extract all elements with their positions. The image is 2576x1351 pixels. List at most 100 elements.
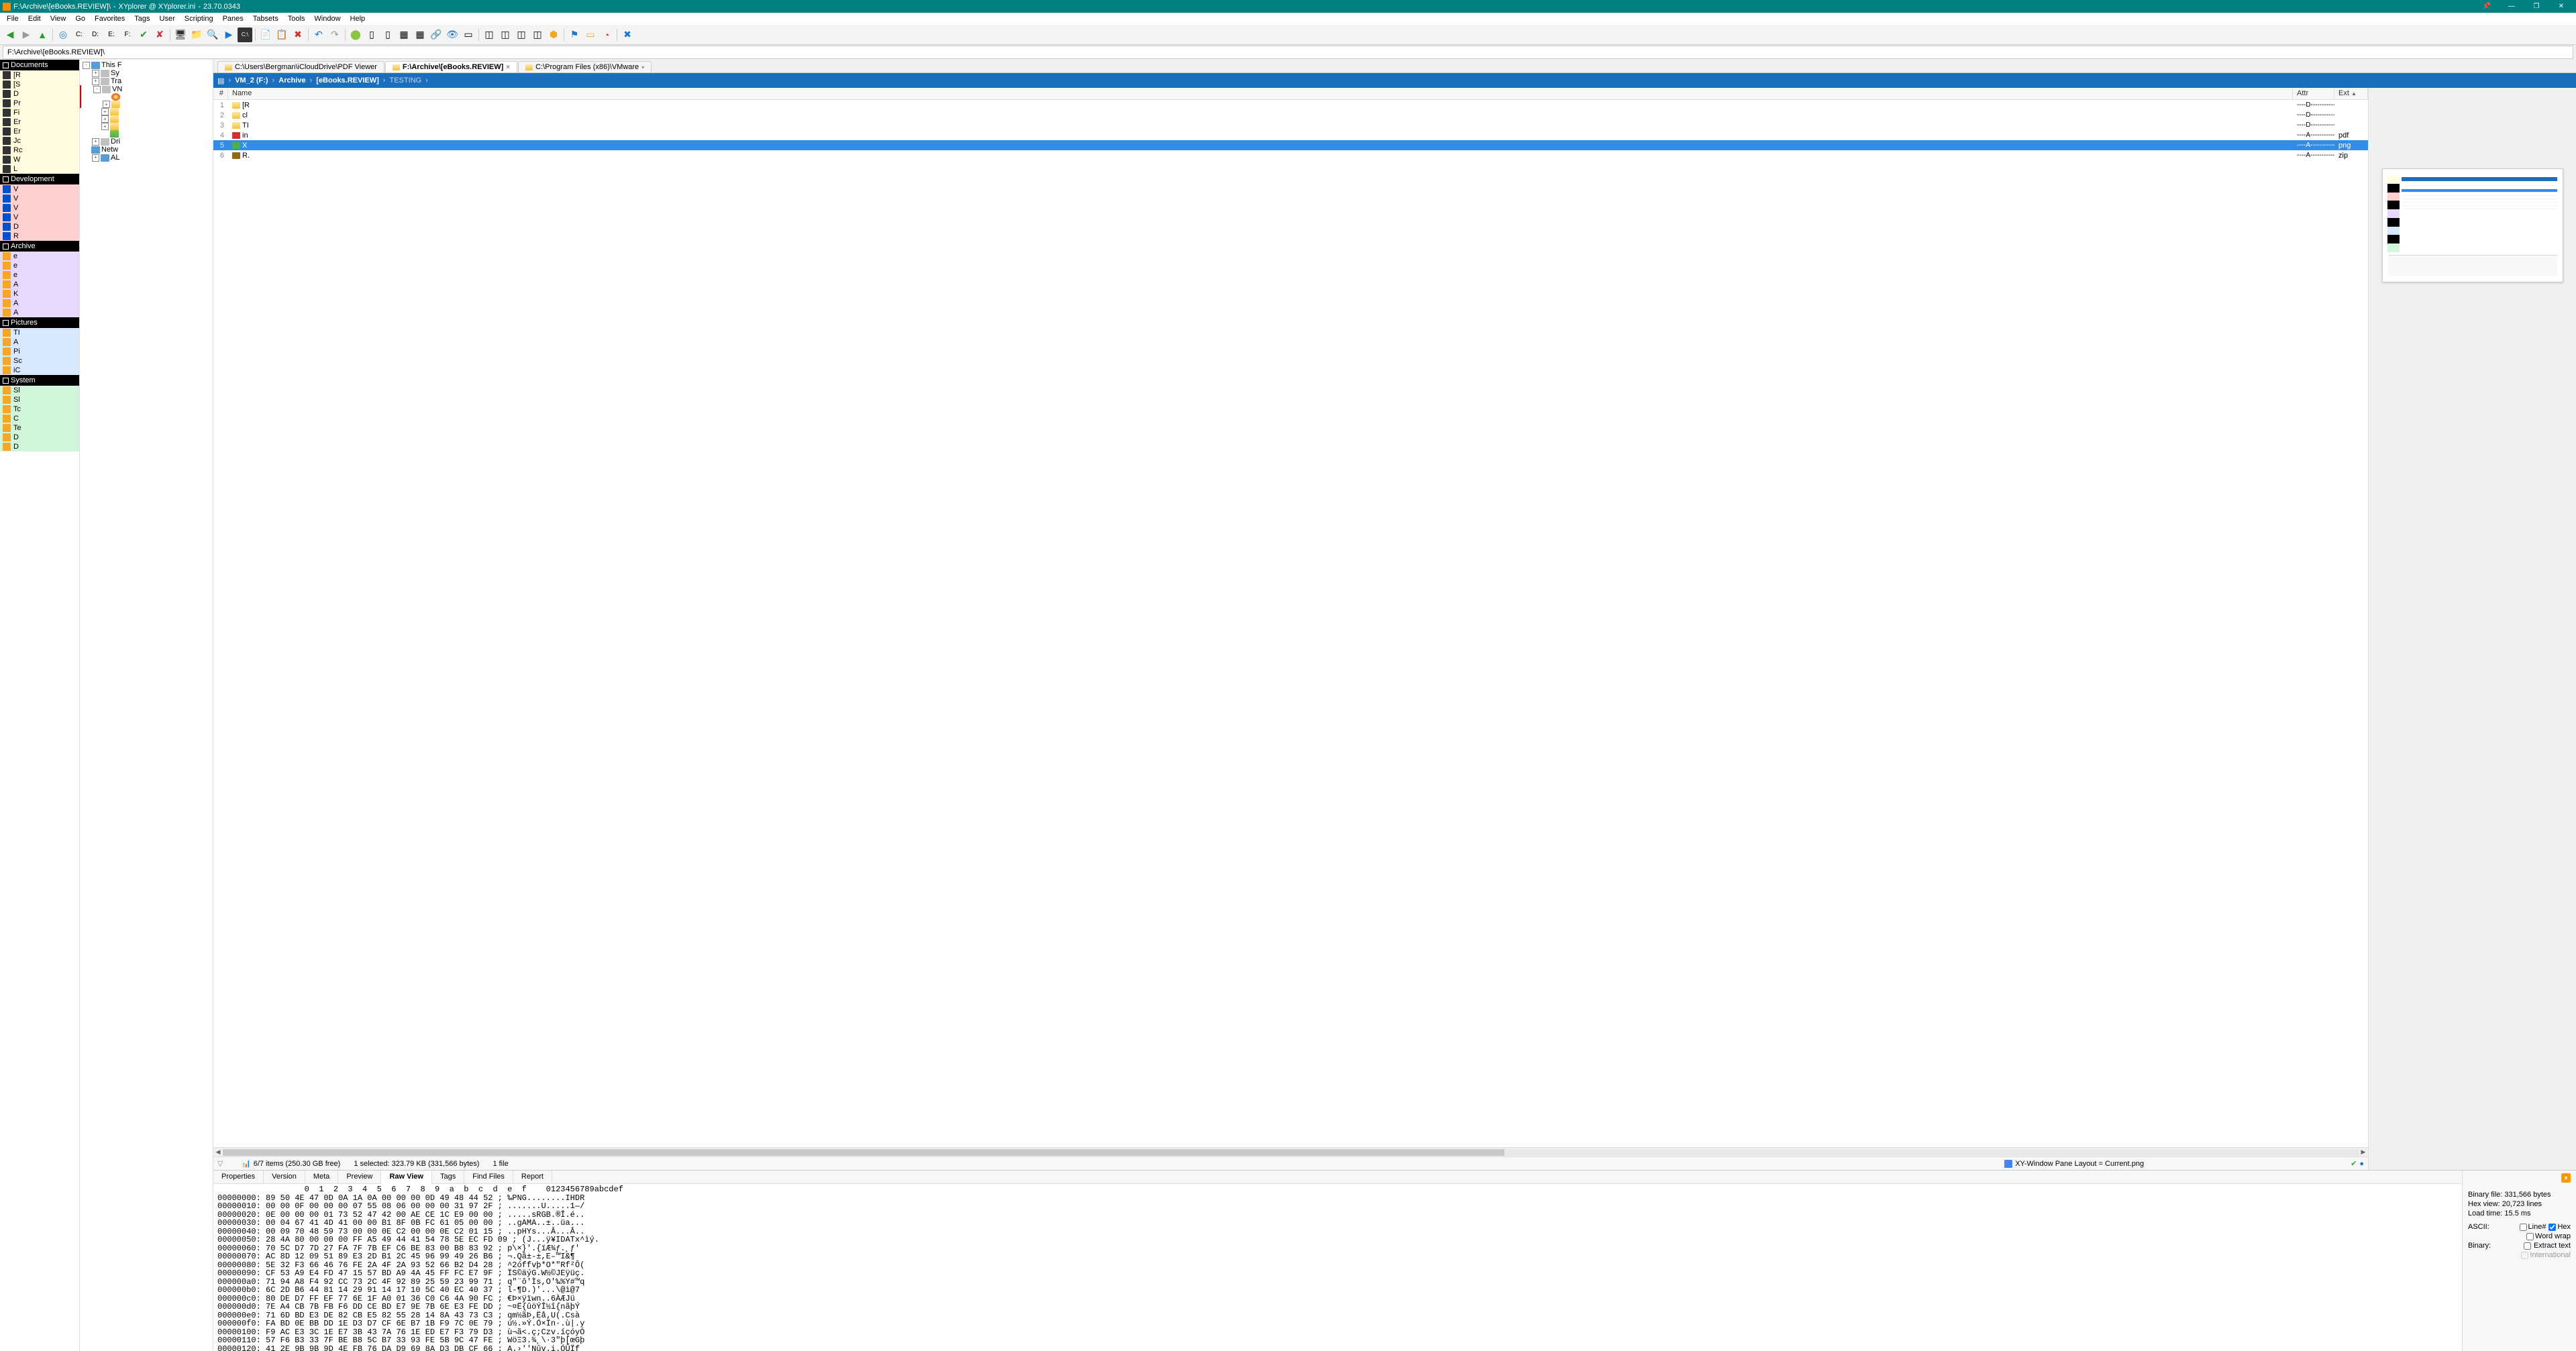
cancel-icon[interactable]: ✘ (152, 28, 167, 42)
catalog-item[interactable]: e (0, 261, 79, 270)
pane-4-icon[interactable]: ◫ (530, 28, 545, 42)
catalog-item[interactable]: TI (0, 328, 79, 337)
back-button[interactable]: ◀ (3, 28, 17, 42)
folder-add-icon[interactable]: 📁 (189, 28, 204, 42)
column-num[interactable]: # (213, 88, 228, 99)
file-row[interactable]: 3TI----D------------ (213, 120, 2368, 130)
filter-icon[interactable]: ▽ (217, 1159, 228, 1168)
catalog-header-pictures[interactable]: Pictures (0, 317, 79, 328)
new-file-icon[interactable]: 📄 (258, 28, 273, 42)
catalog-item[interactable]: Er (0, 127, 79, 136)
catalog-item[interactable]: Sl (0, 395, 79, 404)
file-row[interactable]: 2cl----D------------ (213, 110, 2368, 120)
preview-tab-find-files[interactable]: Find Files (464, 1171, 513, 1183)
tree-item[interactable] (80, 130, 213, 138)
catalog-item[interactable]: V (0, 203, 79, 213)
menu-help[interactable]: Help (346, 14, 370, 23)
catalog-item[interactable]: Tc (0, 404, 79, 414)
pane-3-icon[interactable]: ◫ (514, 28, 529, 42)
hex-view[interactable]: 0 1 2 3 4 5 6 7 8 9 a b c d e f 01234567… (213, 1184, 2462, 1351)
tree-item[interactable]: +Tra (80, 77, 213, 85)
menu-favorites[interactable]: Favorites (91, 14, 129, 23)
tree-toggle-icon[interactable]: - (83, 62, 90, 69)
monitor-icon[interactable]: 🖥 (173, 28, 188, 42)
menu-view[interactable]: View (46, 14, 70, 23)
chevron-down-icon[interactable]: ▾ (641, 64, 644, 70)
e-icon[interactable]: E: (104, 28, 119, 42)
link-icon[interactable]: 🔗 (429, 28, 444, 42)
menu-edit[interactable]: Edit (24, 14, 45, 23)
preview-tab-preview[interactable]: Preview (338, 1171, 381, 1183)
address-bar[interactable]: F:\Archive\[eBooks.REVIEW]\ (3, 46, 2573, 59)
catalog-item[interactable]: L (0, 164, 79, 174)
tree-item[interactable] (80, 93, 213, 101)
catalog-header-system[interactable]: System (0, 375, 79, 386)
menu-go[interactable]: Go (71, 14, 89, 23)
tree-item[interactable]: +Dri (80, 138, 213, 146)
catalog-item[interactable]: Er (0, 117, 79, 127)
layout-4-icon[interactable]: ▦ (413, 28, 427, 42)
preview-tab-version[interactable]: Version (264, 1171, 305, 1183)
menu-tools[interactable]: Tools (284, 14, 309, 23)
tab-close-icon[interactable]: × (506, 64, 510, 71)
catalog-item[interactable]: [R (0, 70, 79, 80)
catalog-item[interactable]: A (0, 308, 79, 317)
catalog-item[interactable]: R (0, 231, 79, 241)
breadcrumb-item[interactable]: [eBooks.REVIEW] (316, 76, 379, 85)
opt-hex[interactable]: Hex (2548, 1223, 2571, 1231)
forward-button[interactable]: ▶ (19, 28, 34, 42)
tree-item[interactable]: + (80, 115, 213, 123)
eye-icon[interactable]: 👁 (445, 28, 460, 42)
preview-tab-tags[interactable]: Tags (432, 1171, 464, 1183)
menu-panes[interactable]: Panes (219, 14, 248, 23)
catalog-item[interactable]: Pi (0, 347, 79, 356)
preview-tab-raw-view[interactable]: Raw View (381, 1171, 432, 1184)
pin-icon[interactable]: 📌 (2475, 1, 2499, 12)
check-icon[interactable]: ✔ (136, 28, 151, 42)
copy-icon[interactable]: 📋 (274, 28, 289, 42)
pane-1-icon[interactable]: ◫ (482, 28, 497, 42)
catalog-header-archive[interactable]: Archive (0, 241, 79, 252)
breadcrumb-item[interactable]: TESTING (389, 76, 421, 85)
search-icon[interactable]: 🔍 (205, 28, 220, 42)
catalog-item[interactable]: Te (0, 423, 79, 433)
catalog-item[interactable]: D (0, 222, 79, 231)
catalog-item[interactable]: iC (0, 366, 79, 375)
file-scrollbar[interactable]: ◀ ▶ (213, 1147, 2368, 1156)
pane-2-icon[interactable]: ◫ (498, 28, 513, 42)
catalog-item[interactable]: A (0, 299, 79, 308)
catalog-item[interactable]: e (0, 270, 79, 280)
catalog-item[interactable]: Rc (0, 146, 79, 155)
catalog-item[interactable]: Sc (0, 356, 79, 366)
d-icon[interactable]: D: (88, 28, 103, 42)
close-button[interactable]: ✕ (2549, 1, 2573, 12)
catalog-item[interactable]: Sl (0, 386, 79, 395)
catalog-item[interactable]: Fi (0, 108, 79, 117)
tree-toggle-icon[interactable]: + (92, 70, 99, 77)
redo-icon[interactable]: ↷ (327, 28, 342, 42)
minimize-button[interactable]: — (2500, 1, 2524, 12)
catalog-item[interactable]: A (0, 337, 79, 347)
catalog-header-documents[interactable]: Documents (0, 60, 79, 70)
tree-item[interactable]: + (80, 101, 213, 108)
column-ext[interactable]: Ext ▲ (2334, 88, 2368, 99)
catalog-item[interactable]: [S (0, 80, 79, 89)
up-button[interactable]: ▲ (35, 28, 50, 42)
tools-icon[interactable]: ✖ (620, 28, 635, 42)
tab[interactable]: F:\Archive\[eBooks.REVIEW]× (385, 61, 517, 72)
catalog-item[interactable]: D (0, 89, 79, 99)
catalog-header-development[interactable]: Development (0, 174, 79, 184)
tree-item[interactable]: + (80, 123, 213, 130)
maximize-button[interactable]: ❐ (2524, 1, 2548, 12)
catalog-item[interactable]: D (0, 442, 79, 451)
android-icon[interactable]: ⬤ (348, 28, 363, 42)
tree-item[interactable]: + (80, 108, 213, 115)
tree-toggle-icon[interactable]: - (93, 86, 101, 93)
target-icon[interactable]: ◎ (56, 28, 70, 42)
catalog-item[interactable]: Pr (0, 99, 79, 108)
menu-user[interactable]: User (156, 14, 179, 23)
menu-scripting[interactable]: Scripting (181, 14, 217, 23)
tree-item[interactable]: -VN (80, 85, 213, 93)
flag-icon[interactable]: ⚑ (567, 28, 582, 42)
catalog-item[interactable]: D (0, 433, 79, 442)
